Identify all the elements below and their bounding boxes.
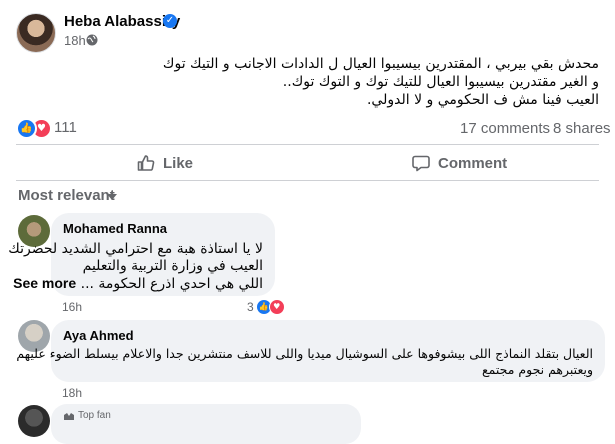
chevron-down-icon[interactable]: [107, 194, 117, 200]
post-text: محدش بقي بيربي ، المقتدرين بيسيبوا العيا…: [39, 55, 599, 109]
top-fan-label: Top fan: [78, 410, 111, 421]
shares-count[interactable]: 8 shares: [553, 120, 611, 137]
comment-icon: [412, 155, 430, 172]
comment-reaction-count: 3: [247, 300, 254, 314]
divider: [16, 144, 599, 145]
love-reaction-icon: ♥: [268, 299, 285, 315]
like-reaction-icon[interactable]: 👍: [16, 118, 37, 139]
comment-bubble: Mohamed Ranna لا يا استاذة هبة مع احترام…: [8, 213, 275, 296]
post-line: محدش بقي بيربي ، المقتدرين بيسيبوا العيا…: [162, 56, 599, 72]
globe-icon: [86, 34, 98, 46]
post-line: و الغير مقتدرين بيسيبوا العيال للتيك توك…: [282, 74, 599, 90]
comment-line: العيب في وزارة التربية والتعليم: [82, 258, 263, 274]
comment-filter[interactable]: Most relevant: [18, 187, 115, 204]
author-avatar[interactable]: [16, 13, 56, 53]
like-label: Like: [163, 154, 194, 172]
top-fan-badge: Top fan: [63, 410, 349, 421]
like-button[interactable]: Like: [137, 148, 193, 178]
post-line: العيب فينا مش ف الحكومي و لا الدولي.: [366, 92, 599, 108]
divider: [16, 180, 599, 181]
commenter-name[interactable]: Aya Ahmed: [63, 328, 593, 343]
comment-label: Comment: [438, 154, 508, 172]
thumbs-up-icon: [137, 155, 155, 171]
see-more-link[interactable]: See more: [13, 275, 76, 291]
top-fan-icon: [64, 412, 74, 420]
comment-line: العيال بتقلد النماذج اللى بيشوفوها على ا…: [16, 346, 593, 361]
comment-time[interactable]: 18h: [62, 386, 82, 400]
comment-time[interactable]: 16h: [62, 300, 82, 314]
commenter-avatar[interactable]: [18, 405, 50, 437]
commenter-name[interactable]: Mohamed Ranna: [63, 221, 263, 236]
reaction-count[interactable]: 111: [54, 119, 77, 136]
comment-line-text: اللي هي احدي اذرع الحكومة ...: [80, 276, 263, 292]
comments-count[interactable]: 17 comments: [460, 120, 550, 137]
comment-bubble: Top fan: [51, 404, 361, 444]
comment-line: لا يا استاذة هبة مع احترامي الشديد لحضرت…: [8, 241, 263, 257]
comment-bubble: Aya Ahmed العيال بتقلد النماذج اللى بيشو…: [16, 320, 605, 382]
comment-text: العيال بتقلد النماذج اللى بيشوفوها على ا…: [16, 346, 593, 378]
verified-badge-icon: ✓: [163, 14, 177, 28]
comment-reactions[interactable]: 3 👍 ♥: [247, 299, 285, 315]
comment-button[interactable]: Comment: [412, 148, 507, 178]
comment-line: اللي هي احدي اذرع الحكومة ... See more: [13, 275, 263, 293]
comment-text: لا يا استاذة هبة مع احترامي الشديد لحضرت…: [8, 241, 263, 293]
post-timestamp[interactable]: 18h: [64, 33, 86, 48]
comment-line: ويعتبرهم نجوم مجتمع: [481, 362, 593, 377]
